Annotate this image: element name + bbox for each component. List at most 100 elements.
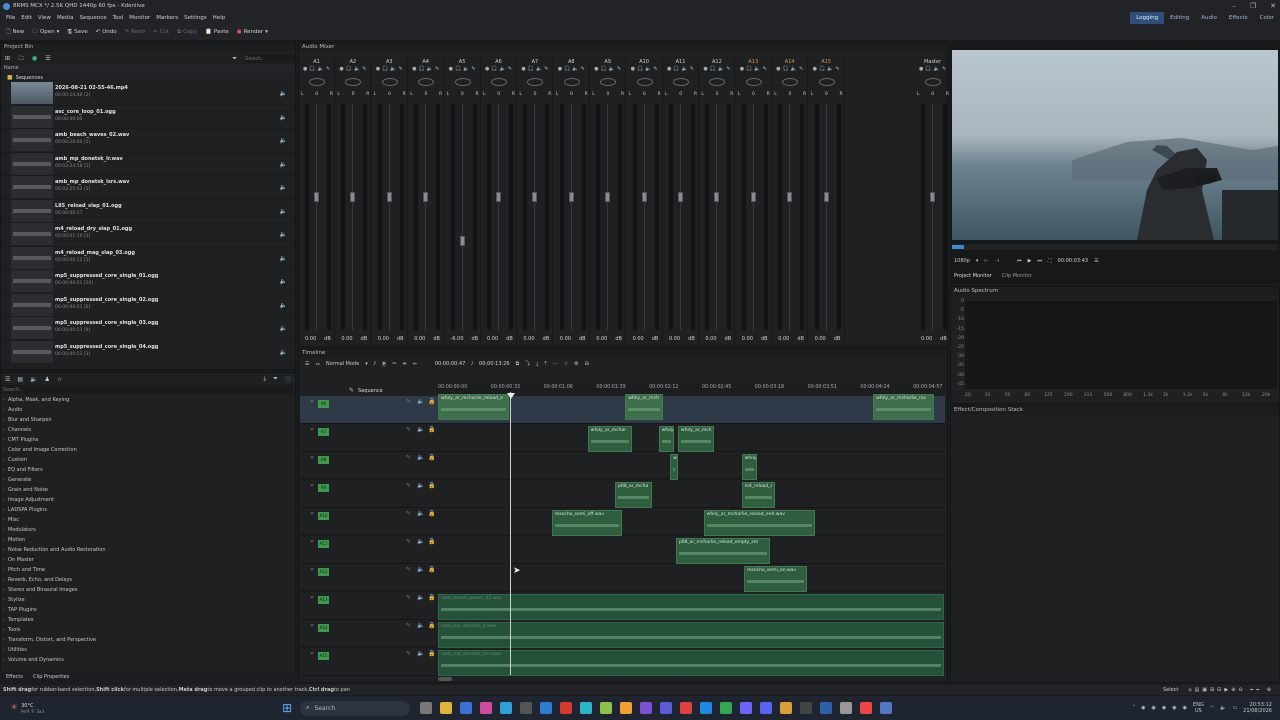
menu-item[interactable]: Media [57, 15, 74, 21]
timeline-clip[interactable]: wfoly_ar_mcharlie_reload_end.wav [703, 510, 816, 536]
edit-icon[interactable]: ✎ [581, 66, 585, 72]
bin-clip-item[interactable]: mp5_suppressed_core_single_01.ogg 00:00:0… [1, 270, 295, 294]
effect-category[interactable]: Channels [1, 425, 295, 435]
timeline-track[interactable]: ⌄ A8 ✎ 🔈 🔒 [300, 452, 945, 480]
pan-knob[interactable] [673, 78, 689, 86]
snap-icon[interactable]: ⧉ [516, 361, 520, 367]
redo-button[interactable]: ↷ Redo [125, 29, 145, 35]
collapse-icon[interactable]: ⌄ [309, 536, 315, 544]
volume-fader[interactable] [605, 192, 611, 202]
edit-icon[interactable]: ✎ [399, 66, 403, 72]
volume-value[interactable]: 0.00 [815, 336, 826, 342]
tray-icon[interactable]: ◉ [1172, 705, 1176, 711]
timeline-track[interactable]: ⌄ A6 ✎ 🔈 🔒 [300, 396, 945, 424]
record-icon[interactable]: ● [412, 66, 416, 72]
mute-icon[interactable]: 🔈 [791, 66, 797, 72]
tray-icon[interactable]: ◉ [1162, 705, 1166, 711]
select-mode[interactable]: Select [1163, 687, 1178, 693]
mute-icon[interactable]: 🔈 [609, 66, 615, 72]
timeline-clip[interactable]: msecho_semi_on.wav [744, 566, 807, 592]
edit-icon[interactable]: ✎ [544, 66, 548, 72]
lock-icon[interactable]: 🔒 [428, 510, 435, 517]
effect-category[interactable]: On Master [1, 555, 295, 565]
track-tag[interactable]: A8 [318, 456, 329, 464]
edge-icon[interactable] [500, 702, 513, 714]
track-mode-icon[interactable]: ⚏ [315, 361, 319, 367]
effects-search-input[interactable] [3, 385, 293, 394]
effect-category[interactable]: Image Adjustment [1, 495, 295, 505]
effect-category[interactable]: Misc [1, 515, 295, 525]
record-icon[interactable]: ● [339, 66, 343, 72]
record-icon[interactable]: ● [631, 66, 635, 72]
mute-icon[interactable]: 🔈 [354, 66, 360, 72]
edit-icon[interactable]: ✎ [690, 66, 694, 72]
headphones-icon[interactable]: 🎧 [491, 66, 497, 72]
effects-tab[interactable]: Effects [6, 674, 23, 680]
bin-clip-item[interactable]: amb_beach_waves_02.wav 00:00:20:00 [1] 🔈 [1, 129, 295, 153]
mute-icon[interactable]: 🔈 [417, 566, 424, 573]
mute-icon[interactable]: 🔈 [390, 66, 396, 72]
list-icon[interactable]: ☰ [5, 376, 10, 383]
volume-value[interactable]: 0.00 [487, 336, 498, 342]
timeline-clip[interactable]: p08_ar_mcha [615, 482, 653, 508]
spacer-tool-icon[interactable]: ⇹ [402, 361, 406, 367]
monitor-tab[interactable]: Clip Monitor [1002, 273, 1032, 279]
effect-category[interactable]: Transform, Distort, and Perspective [1, 635, 295, 645]
monitor-scrub-bar[interactable] [952, 244, 1278, 250]
volume-fader[interactable] [423, 192, 429, 202]
lock-icon[interactable]: 🔒 [428, 622, 435, 629]
effect-category[interactable]: Custom [1, 455, 295, 465]
timeline-track[interactable]: ⌄ A12 ✎ 🔈 🔒 [300, 564, 945, 592]
edit-icon[interactable]: ✎ [799, 66, 803, 72]
app-icon[interactable] [460, 702, 473, 714]
pan-knob[interactable] [381, 78, 398, 86]
mute-icon[interactable]: 🔈 [718, 66, 724, 72]
pan-knob[interactable] [782, 78, 799, 86]
timeline-clip[interactable]: wfoly_ar_mchar [587, 426, 633, 452]
headphones-icon[interactable]: 🎧 [309, 66, 315, 72]
volume-value[interactable]: 0.00 [921, 336, 932, 342]
edit-icon[interactable]: ✎ [617, 66, 621, 72]
edit-icon[interactable]: ✎ [362, 66, 366, 72]
app-icon[interactable] [820, 702, 833, 714]
timeline-clip[interactable]: wfoly_ar_mch [625, 394, 664, 420]
pan-knob[interactable] [454, 78, 471, 86]
bin-folder-sequences[interactable]: ■ Sequences [1, 73, 295, 82]
slip-tool-icon[interactable]: ⇔ [413, 361, 417, 367]
headphones-icon[interactable]: 🎧 [710, 66, 716, 72]
headphones-icon[interactable]: 🎧 [382, 66, 388, 72]
volume-value[interactable]: 0.00 [560, 336, 571, 342]
volume-value[interactable]: 0.00 [596, 336, 607, 342]
add-clip-icon[interactable]: ⊞ [5, 55, 10, 62]
battery-icon[interactable]: ▭ [1232, 705, 1237, 711]
extract-icon[interactable]: ⤒ [544, 361, 546, 367]
lock-icon[interactable]: 🔒 [428, 426, 435, 433]
headphones-icon[interactable]: 🎧 [819, 66, 825, 72]
volume-value[interactable]: 0.00 [705, 336, 716, 342]
edit-icon[interactable]: ✎ [726, 66, 730, 72]
workspace-tab[interactable]: Logging [1130, 12, 1165, 24]
collapse-icon[interactable]: ⌄ [309, 648, 315, 656]
bin-clip-item[interactable]: mp5_suppressed_core_single_03.ogg 00:00:0… [1, 317, 295, 341]
volume-fader[interactable] [641, 192, 647, 202]
overwrite-icon[interactable]: ⤓ [536, 361, 538, 367]
audio-effects-icon[interactable]: 🔈 [30, 376, 37, 383]
volume-value[interactable]: 0.00 [305, 336, 316, 342]
effect-category[interactable]: Noise Reduction and Audio Restoration [1, 545, 295, 555]
workspace-tab[interactable]: Audio [1195, 12, 1223, 24]
mute-icon[interactable]: 🔈 [645, 66, 651, 72]
record-icon[interactable]: ● [703, 66, 707, 72]
record-icon[interactable]: ● [919, 66, 923, 72]
taskbar-search[interactable]: ⌕ Search [300, 700, 411, 716]
app-icon[interactable] [580, 702, 593, 714]
effect-category[interactable]: Color and Image Correction [1, 445, 295, 455]
volume-fader[interactable] [386, 192, 392, 202]
mark-in-icon[interactable]: ⊢ [984, 258, 988, 264]
cut-button[interactable]: ✂ Cut [153, 29, 169, 35]
app-icon[interactable] [520, 702, 533, 714]
effect-category[interactable]: Stereo and Binaural Images [1, 585, 295, 595]
edit-icon[interactable]: ✎ [406, 454, 411, 461]
bin-clip-item[interactable]: 2026-08-21 02-55-46.mp4 00:00:14:40 [2] 🔈 [1, 82, 295, 106]
app-icon[interactable] [480, 702, 493, 714]
zoom-icon[interactable]: ⛶ [1048, 258, 1052, 264]
